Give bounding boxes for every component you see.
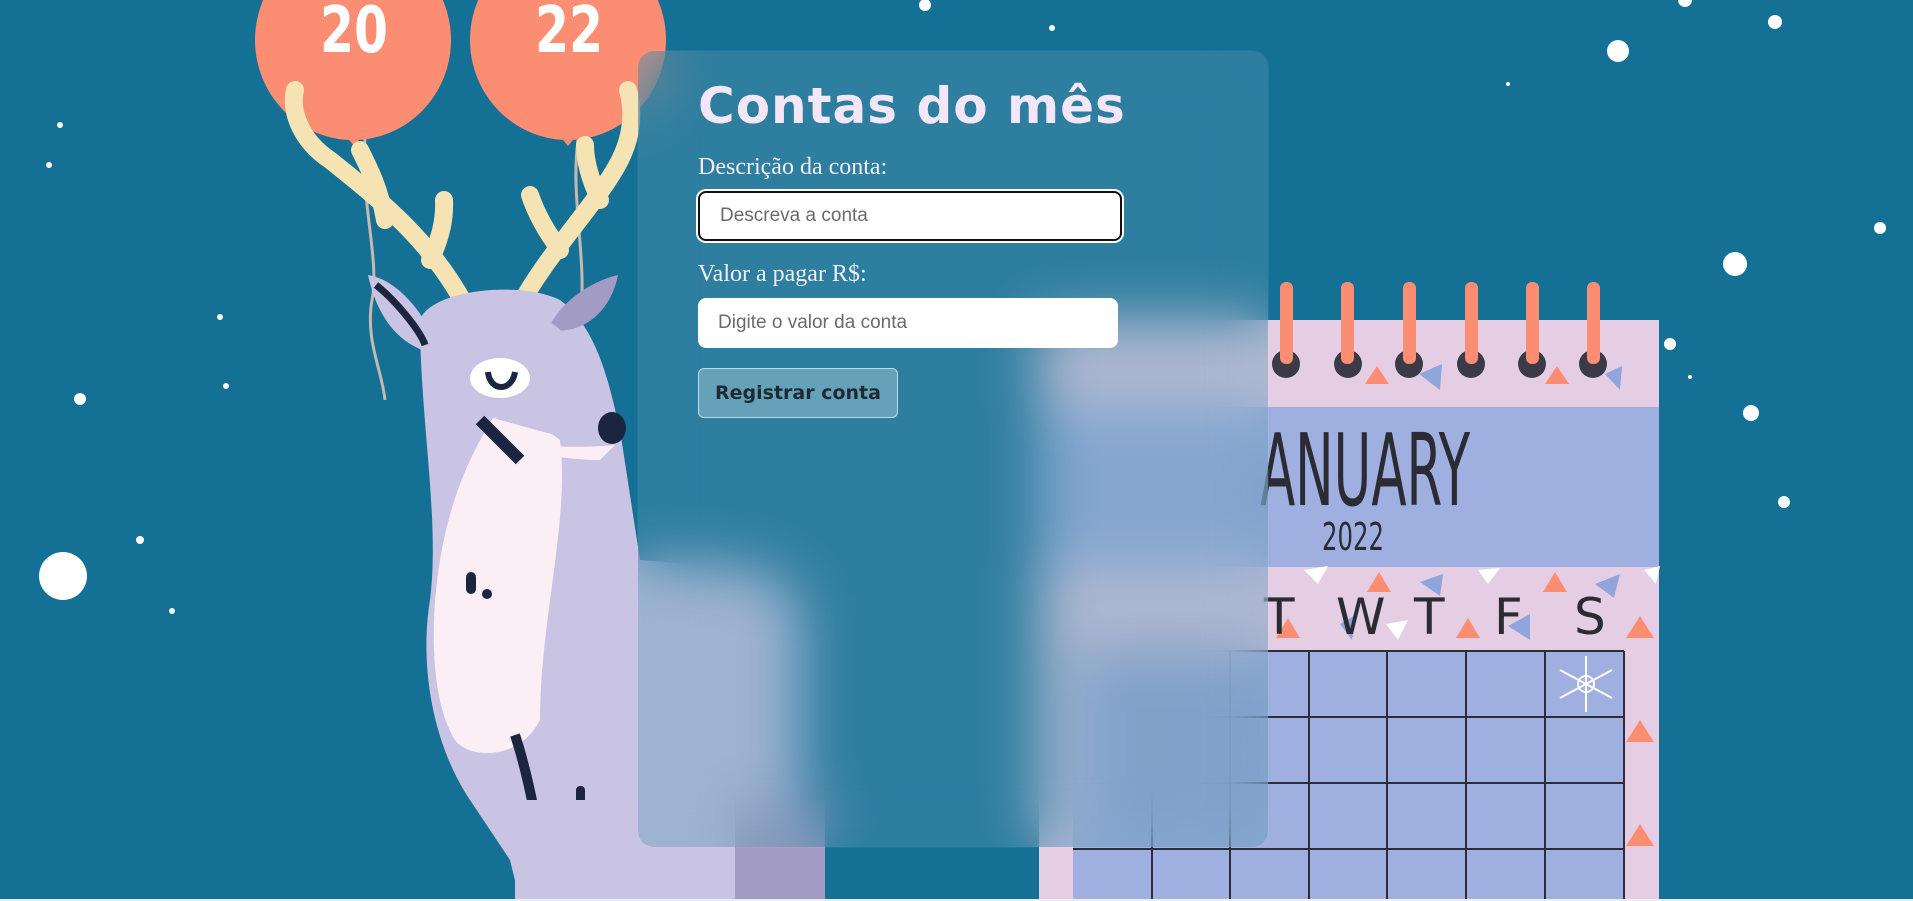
page-title: Contas do mês	[698, 77, 1126, 135]
balloon-left-text: 20	[320, 0, 388, 68]
weekday-label: S	[1574, 588, 1606, 646]
register-bill-button[interactable]: Registrar conta	[698, 368, 898, 418]
value-label: Valor a pagar R$:	[698, 261, 867, 287]
description-label: Descrição da conta:	[698, 154, 888, 180]
calendar-month-text: ANUARY	[1260, 412, 1471, 529]
weekday-label: T	[1413, 588, 1445, 646]
bill-form-panel: Contas do mês Descrição da conta: Valor …	[638, 51, 1268, 847]
balloon-right-text: 22	[535, 0, 603, 68]
description-input[interactable]	[698, 191, 1122, 241]
weekday-label: W	[1336, 588, 1385, 646]
bill-form: Contas do mês Descrição da conta: Valor …	[698, 79, 1218, 418]
weekday-label: F	[1494, 588, 1523, 646]
calendar-year-text: 2022	[1322, 515, 1384, 559]
value-input[interactable]	[698, 298, 1118, 348]
